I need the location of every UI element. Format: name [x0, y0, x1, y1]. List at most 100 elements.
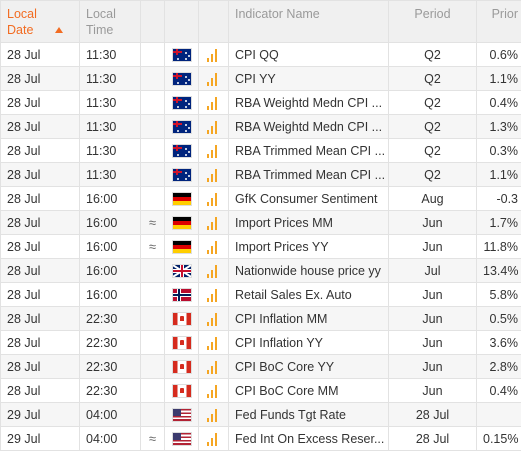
period-cell: Jun: [388, 378, 477, 403]
country-flag-cell: [164, 378, 199, 403]
table-row[interactable]: 28 Jul 22:30 CPI BoC Core YY Jun 2.8%: [0, 354, 521, 379]
indicator-name-cell[interactable]: CPI YY: [228, 66, 389, 91]
table-row[interactable]: 28 Jul 22:30 CPI Inflation MM Jun 0.5%: [0, 306, 521, 331]
column-header-local-time[interactable]: Local Time: [79, 0, 141, 43]
time-cell: 22:30: [79, 306, 141, 331]
importance-bars-icon: [207, 336, 219, 350]
sort-up-icon: [55, 26, 63, 33]
germany-flag-icon: [172, 193, 191, 206]
country-flag-cell: [164, 426, 199, 451]
importance-cell: [198, 114, 229, 139]
time-cell: 11:30: [79, 138, 141, 163]
prior-cell: 0.4%: [476, 90, 521, 115]
canada-flag-icon: [172, 313, 191, 326]
country-flag-cell: [164, 282, 199, 307]
indicator-name-cell[interactable]: Nationwide house price yy: [228, 258, 389, 283]
table-row[interactable]: 28 Jul 11:30 CPI QQ Q2 0.6%: [0, 42, 521, 67]
revision-indicator: ≈: [140, 426, 165, 451]
period-cell: Jun: [388, 354, 477, 379]
australia-flag-icon: [172, 73, 191, 86]
column-header-period[interactable]: Period: [388, 0, 477, 43]
table-row[interactable]: 28 Jul 11:30 RBA Weightd Medn CPI ... Q2 0.4…: [0, 90, 521, 115]
indicator-name-cell[interactable]: Fed Funds Tgt Rate: [228, 402, 389, 427]
prior-cell: 5.8%: [476, 282, 521, 307]
australia-flag-icon: [172, 169, 191, 182]
period-cell: Q2: [388, 138, 477, 163]
country-flag-cell: [164, 114, 199, 139]
revision-indicator: [140, 378, 165, 403]
australia-flag-icon: [172, 97, 191, 110]
country-flag-cell: [164, 330, 199, 355]
column-header-importance: [198, 0, 229, 43]
country-flag-cell: [164, 42, 199, 67]
indicator-name-cell[interactable]: RBA Weightd Medn CPI ...: [228, 114, 389, 139]
table-row[interactable]: 28 Jul 11:30 CPI YY Q2 1.1%: [0, 66, 521, 91]
importance-cell: [198, 330, 229, 355]
importance-cell: [198, 66, 229, 91]
prior-cell: 13.4%: [476, 258, 521, 283]
indicator-name-cell[interactable]: RBA Trimmed Mean CPI ...: [228, 162, 389, 187]
date-cell: 28 Jul: [0, 138, 80, 163]
date-cell: 28 Jul: [0, 162, 80, 187]
importance-cell: [198, 162, 229, 187]
prior-cell: 0.15%: [476, 426, 521, 451]
table-row[interactable]: 28 Jul 16:00 GfK Consumer Sentiment Aug -0.3: [0, 186, 521, 211]
date-cell: 28 Jul: [0, 234, 80, 259]
table-row[interactable]: 28 Jul 11:30 RBA Trimmed Mean CPI ... Q2 0.3…: [0, 138, 521, 163]
table-row[interactable]: 28 Jul 22:30 CPI Inflation YY Jun 3.6%: [0, 330, 521, 355]
indicator-name-cell[interactable]: CPI BoC Core MM: [228, 378, 389, 403]
prior-cell: 0.4%: [476, 378, 521, 403]
indicator-name-cell[interactable]: CPI BoC Core YY: [228, 354, 389, 379]
table-row[interactable]: 28 Jul 16:00 ≈ Import Prices MM Jun 1.7%: [0, 210, 521, 235]
period-label: Period: [414, 7, 451, 21]
indicator-name-cell[interactable]: Retail Sales Ex. Auto: [228, 282, 389, 307]
date-cell: 28 Jul: [0, 210, 80, 235]
date-cell: 28 Jul: [0, 114, 80, 139]
indicator-name-cell[interactable]: Import Prices YY: [228, 234, 389, 259]
revision-indicator: [140, 114, 165, 139]
germany-flag-icon: [172, 241, 191, 254]
importance-cell: [198, 138, 229, 163]
australia-flag-icon: [172, 49, 191, 62]
prior-cell: 1.3%: [476, 114, 521, 139]
canada-flag-icon: [172, 337, 191, 350]
local-time-label: Local Time: [86, 7, 116, 37]
time-cell: 22:30: [79, 354, 141, 379]
revision-indicator: [140, 186, 165, 211]
indicator-name-cell[interactable]: GfK Consumer Sentiment: [228, 186, 389, 211]
importance-bars-icon: [207, 144, 219, 158]
indicator-name-cell[interactable]: CPI Inflation YY: [228, 330, 389, 355]
importance-bars-icon: [207, 312, 219, 326]
table-row[interactable]: 28 Jul 16:00 Retail Sales Ex. Auto Jun 5.8%: [0, 282, 521, 307]
date-cell: 28 Jul: [0, 90, 80, 115]
importance-bars-icon: [207, 264, 219, 278]
indicator-name-cell[interactable]: CPI Inflation MM: [228, 306, 389, 331]
time-cell: 04:00: [79, 426, 141, 451]
column-header-indicator-name[interactable]: Indicator Name: [228, 0, 389, 43]
table-row[interactable]: 29 Jul 04:00 Fed Funds Tgt Rate 28 Jul: [0, 402, 521, 427]
canada-flag-icon: [172, 361, 191, 374]
local-date-label: Local Date: [7, 7, 37, 37]
indicator-name-cell[interactable]: RBA Weightd Medn CPI ...: [228, 90, 389, 115]
time-cell: 22:30: [79, 330, 141, 355]
indicator-name-cell[interactable]: CPI QQ: [228, 42, 389, 67]
importance-bars-icon: [207, 384, 219, 398]
indicator-name-cell[interactable]: Fed Int On Excess Reser...: [228, 426, 389, 451]
revision-indicator: [140, 330, 165, 355]
table-row[interactable]: 28 Jul 11:30 RBA Trimmed Mean CPI ... Q2 1.1…: [0, 162, 521, 187]
country-flag-cell: [164, 66, 199, 91]
column-header-prior[interactable]: Prior: [476, 0, 521, 43]
table-row[interactable]: 28 Jul 11:30 RBA Weightd Medn CPI ... Q2 1.3…: [0, 114, 521, 139]
table-row[interactable]: 28 Jul 16:00 Nationwide house price yy Jul 1…: [0, 258, 521, 283]
period-cell: Q2: [388, 162, 477, 187]
table-row[interactable]: 29 Jul 04:00 ≈ Fed Int On Excess Reser... 28…: [0, 426, 521, 451]
indicator-name-cell[interactable]: RBA Trimmed Mean CPI ...: [228, 138, 389, 163]
table-row[interactable]: 28 Jul 16:00 ≈ Import Prices YY Jun 11.8%: [0, 234, 521, 259]
indicator-name-cell[interactable]: Import Prices MM: [228, 210, 389, 235]
usa-flag-icon: [172, 433, 191, 446]
country-flag-cell: [164, 210, 199, 235]
importance-bars-icon: [207, 408, 219, 422]
table-row[interactable]: 28 Jul 22:30 CPI BoC Core MM Jun 0.4%: [0, 378, 521, 403]
time-cell: 16:00: [79, 186, 141, 211]
column-header-local-date[interactable]: Local Date: [0, 0, 80, 43]
